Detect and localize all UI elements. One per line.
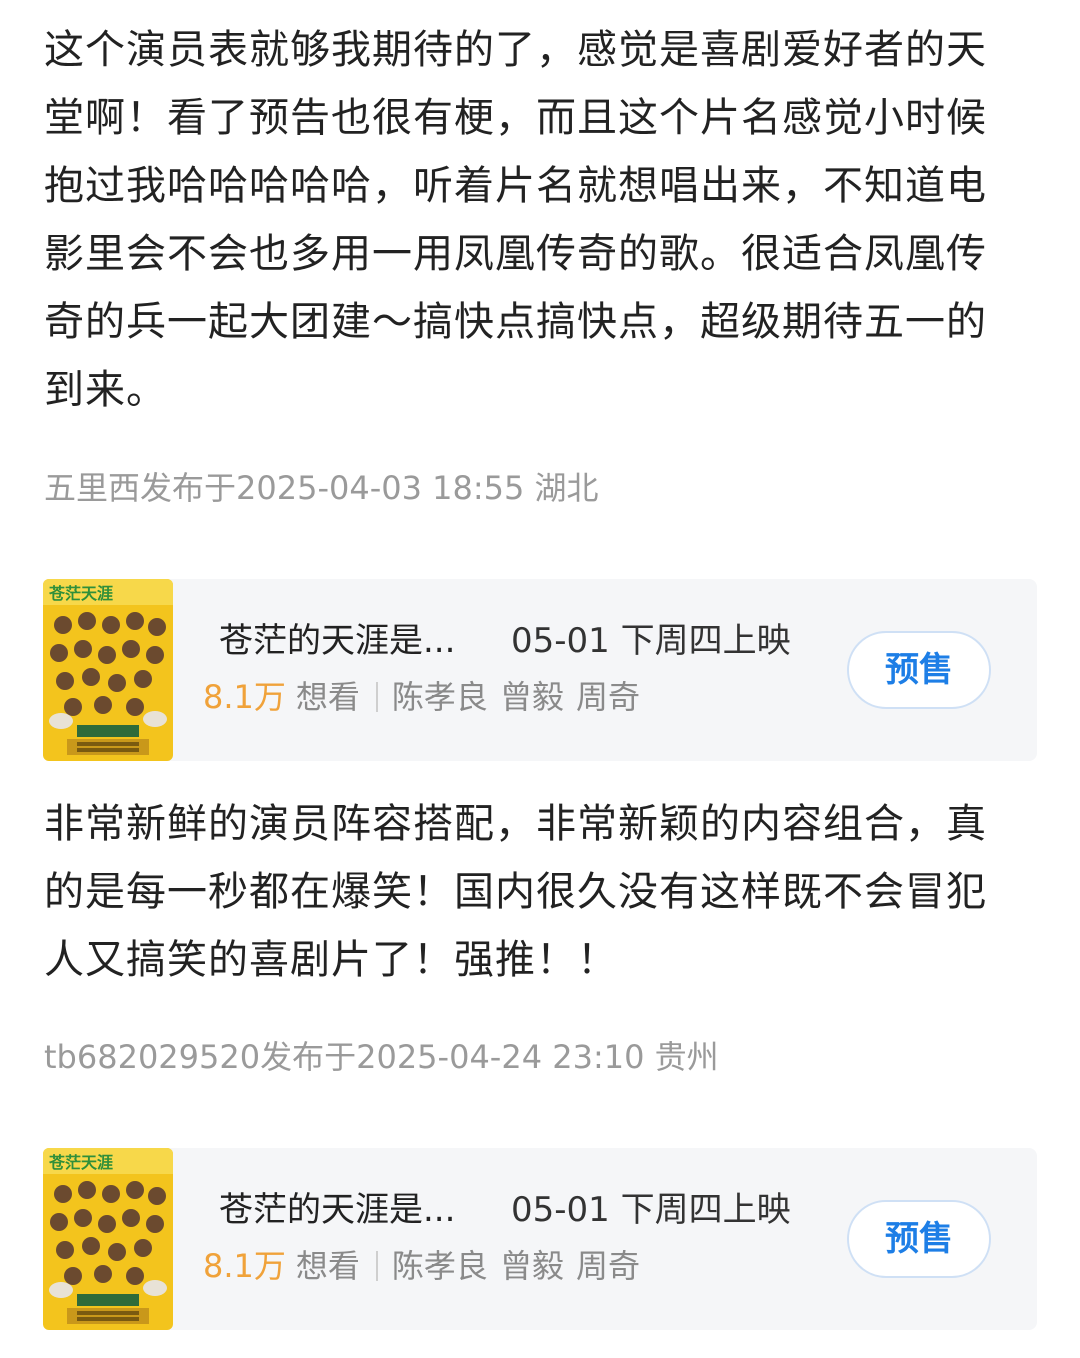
cast-name: 曾毅: [499, 1247, 564, 1285]
movie-title: 苍茫的天涯是...: [219, 1190, 456, 1230]
post-1-meta: 五里西发布于2025-04-03 18:55 湖北: [44, 469, 599, 507]
svg-text:苍茫天涯: 苍茫天涯: [48, 584, 113, 603]
movie-stats: 8.1万 想看 陈孝良 曾毅 周奇: [203, 1244, 652, 1288]
svg-text:苍茫天涯: 苍茫天涯: [48, 1153, 113, 1172]
movie-stats: 8.1万 想看 陈孝良 曾毅 周奇: [203, 675, 652, 719]
divider: [375, 1251, 378, 1281]
movie-card-2[interactable]: 苍茫天涯 苍茫的天涯是... 05-01 下周四上映 8.1万 想看 陈孝良 曾毅 周奇: [43, 1148, 1037, 1330]
want-count: 8.1万: [203, 678, 286, 716]
post-2-meta: tb682029520发布于2025-04-24 23:10 贵州: [44, 1038, 719, 1076]
movie-poster-icon[interactable]: 苍茫天涯: [43, 1148, 173, 1330]
cast-name: 陈孝良: [391, 1247, 488, 1285]
divider: [375, 682, 378, 712]
want-label: 想看: [295, 1247, 360, 1285]
want-count: 8.1万: [203, 1247, 286, 1285]
cast-name: 周奇: [575, 1247, 640, 1285]
comment-feed: 这个演员表就够我期待的了，感觉是喜剧爱好者的天堂啊！看了预告也很有梗，而且这个片…: [0, 0, 1080, 1358]
movie-release-date: 05-01 下周四上映: [511, 1190, 791, 1230]
cast-name: 陈孝良: [391, 678, 488, 716]
post-1-text: 这个演员表就够我期待的了，感觉是喜剧爱好者的天堂啊！看了预告也很有梗，而且这个片…: [44, 27, 987, 413]
movie-title: 苍茫的天涯是...: [219, 621, 456, 661]
movie-poster-icon[interactable]: 苍茫天涯: [43, 579, 173, 761]
presale-button[interactable]: 预售: [847, 1200, 991, 1278]
post-2-text: 非常新鲜的演员阵容搭配，非常新颖的内容组合，真的是每一秒都在爆笑！国内很久没有这…: [44, 801, 987, 983]
presale-button[interactable]: 预售: [847, 631, 991, 709]
cast-name: 曾毅: [499, 678, 564, 716]
cast-name: 周奇: [575, 678, 640, 716]
movie-release-date: 05-01 下周四上映: [511, 621, 791, 661]
want-label: 想看: [295, 678, 360, 716]
movie-card-1[interactable]: 苍茫天涯 苍茫的天涯是... 05-01 下周四上映 8.1万 想看 陈孝良 曾毅 周奇: [43, 579, 1037, 761]
